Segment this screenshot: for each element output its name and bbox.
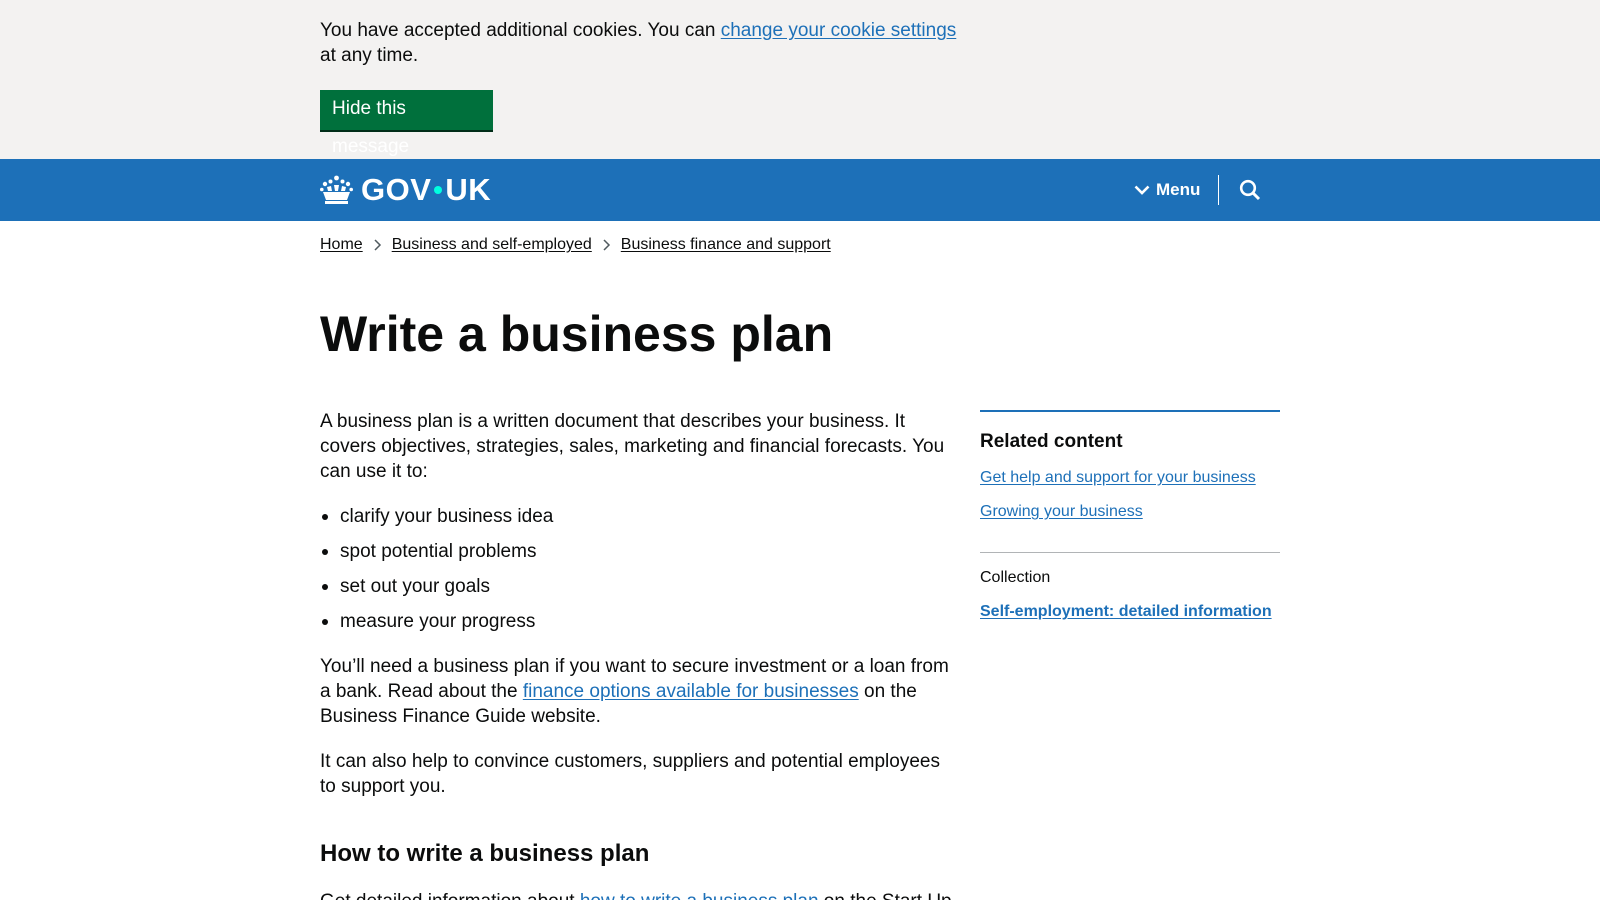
detailed-text-start: Get detailed information about [320, 891, 580, 900]
detailed-info-paragraph: Get detailed information about how to wr… [320, 889, 960, 900]
chevron-right-icon [603, 239, 610, 251]
related-link-help-support[interactable]: Get help and support for your business [980, 468, 1280, 488]
hide-message-button[interactable]: Hide this message [320, 90, 493, 157]
crown-icon [320, 175, 353, 204]
chevron-right-icon [374, 239, 381, 251]
govuk-wordmark: GOV UK [361, 172, 491, 208]
site-header: GOV UK Menu [0, 159, 1600, 221]
how-to-heading: How to write a business plan [320, 840, 650, 867]
list-item: set out your goals [320, 574, 960, 599]
list-item: clarify your business idea [320, 504, 960, 529]
intro-paragraph: A business plan is a written document th… [320, 411, 945, 482]
list-item: measure your progress [320, 609, 960, 634]
chevron-down-icon [1134, 185, 1150, 195]
collection-link-self-employment[interactable]: Self-employment: detailed information [980, 602, 1280, 622]
finance-paragraph: You’ll need a business plan if you want … [320, 654, 960, 729]
cookie-banner: You have accepted additional cookies. Yo… [0, 0, 1600, 159]
how-to-write-link[interactable]: how to write a business plan [580, 891, 819, 900]
breadcrumb: Home Business and self-employed Business… [320, 235, 831, 255]
finance-options-link[interactable]: finance options available for businesses [523, 681, 859, 702]
breadcrumb-business-self-employed[interactable]: Business and self-employed [392, 235, 592, 255]
logo-text-gov: GOV [361, 172, 432, 207]
collection-label: Collection [980, 569, 1051, 586]
menu-button[interactable]: Menu [1134, 173, 1200, 207]
govuk-logo-link[interactable]: GOV UK [320, 170, 491, 210]
search-button[interactable] [1236, 175, 1264, 205]
menu-label: Menu [1156, 180, 1201, 199]
main-content: A business plan is a written document th… [320, 409, 960, 900]
sidebar-divider [980, 552, 1280, 553]
page-title: Write a business plan [320, 306, 834, 362]
sidebar-top-rule [980, 410, 1280, 412]
detailed-text-end: on the Start Up [819, 891, 952, 900]
convince-paragraph: It can also help to convince customers, … [320, 751, 940, 797]
logo-text-uk: UK [445, 172, 492, 207]
breadcrumb-home[interactable]: Home [320, 235, 363, 255]
cookie-text-start: You have accepted additional cookies. Yo… [320, 20, 721, 41]
related-content-heading: Related content [980, 431, 1123, 452]
logo-dot [434, 186, 443, 194]
search-icon [1239, 179, 1261, 201]
uses-list: clarify your business idea spot potentia… [320, 504, 960, 634]
list-item: spot potential problems [320, 539, 960, 564]
cookie-text-end: at any time. [320, 45, 419, 66]
related-link-growing-business[interactable]: Growing your business [980, 502, 1280, 522]
breadcrumb-business-finance-support[interactable]: Business finance and support [621, 235, 831, 255]
cookie-settings-link[interactable]: change your cookie settings [721, 20, 957, 41]
related-content-sidebar: Related content Get help and support for… [980, 410, 1280, 622]
cookie-message: You have accepted additional cookies. Yo… [320, 18, 960, 68]
header-divider [1218, 175, 1219, 205]
